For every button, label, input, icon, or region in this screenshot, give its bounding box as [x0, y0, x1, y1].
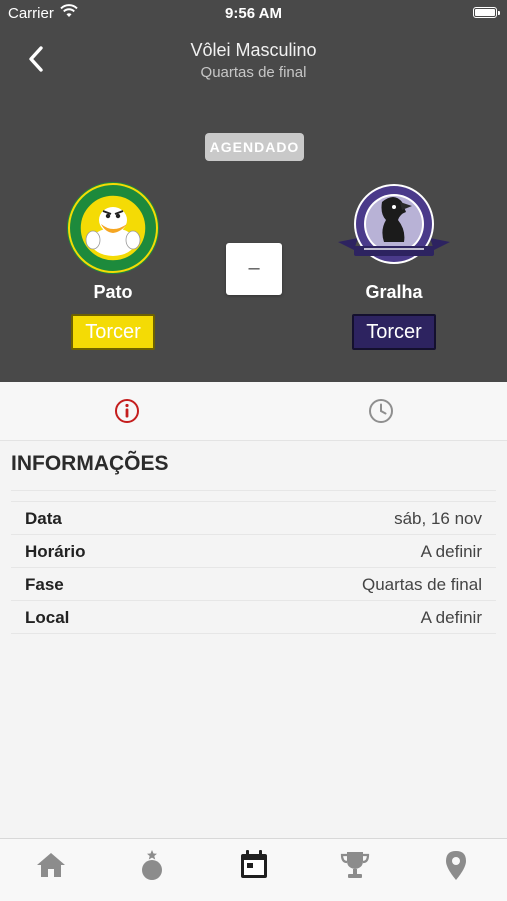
location-icon	[446, 851, 466, 880]
tab-history[interactable]	[254, 382, 507, 440]
home-icon	[37, 853, 65, 877]
tab-bar-trophy[interactable]	[335, 849, 375, 889]
home-team: Pato Torcer	[48, 180, 178, 350]
status-bar: Carrier 9:56 AM	[0, 0, 507, 28]
info-row-phase: Fase Quartas de final	[11, 568, 496, 601]
info-label: Data	[25, 509, 62, 528]
info-row-date: Data sáb, 16 nov	[11, 501, 496, 535]
info-section-title: INFORMAÇÕES	[11, 452, 169, 475]
tab-bar-calendar[interactable]	[234, 849, 274, 889]
info-value: sáb, 16 nov	[394, 509, 482, 528]
home-team-name: Pato	[93, 282, 133, 302]
away-team-name: Gralha	[365, 282, 423, 302]
status-time: 9:56 AM	[225, 5, 282, 22]
page-title: Vôlei Masculino	[190, 40, 317, 60]
away-team-logo	[338, 180, 450, 276]
battery-icon	[473, 7, 500, 18]
clock-icon	[369, 399, 393, 423]
info-label: Horário	[25, 542, 86, 561]
title-block: Vôlei Masculino Quartas de final	[100, 40, 407, 81]
info-icon	[115, 399, 139, 423]
tab-bar-home[interactable]	[31, 849, 71, 889]
info-value: A definir	[420, 542, 482, 561]
chevron-left-icon	[29, 46, 43, 72]
match-header: Carrier 9:56 AM Vôlei Masculino Quartas …	[0, 0, 507, 382]
info-label: Local	[25, 608, 70, 627]
info-row-location: Local A definir	[11, 601, 496, 634]
bottom-tab-bar	[0, 838, 507, 901]
status-badge: AGENDADO	[205, 133, 304, 161]
cheer-away-button[interactable]: Torcer	[352, 314, 436, 350]
tab-info[interactable]	[0, 382, 253, 440]
tab-bar-medal[interactable]	[132, 849, 172, 889]
cheer-home-button[interactable]: Torcer	[71, 314, 155, 350]
home-team-logo	[65, 180, 161, 276]
info-value: A definir	[420, 608, 482, 627]
back-button[interactable]	[20, 42, 54, 76]
info-value: Quartas de final	[361, 575, 482, 594]
score-box: –	[226, 243, 282, 295]
page-subtitle: Quartas de final	[200, 64, 307, 81]
info-table: Data sáb, 16 nov Horário A definir Fase …	[11, 490, 496, 634]
trophy-icon	[340, 852, 370, 878]
info-row-time: Horário A definir	[11, 535, 496, 568]
info-label: Fase	[25, 575, 64, 594]
tab-bar-location[interactable]	[436, 849, 476, 889]
calendar-icon	[241, 850, 267, 878]
medal-icon	[142, 850, 162, 880]
away-team: Gralha Torcer	[329, 180, 459, 350]
detail-tabs	[0, 382, 507, 441]
